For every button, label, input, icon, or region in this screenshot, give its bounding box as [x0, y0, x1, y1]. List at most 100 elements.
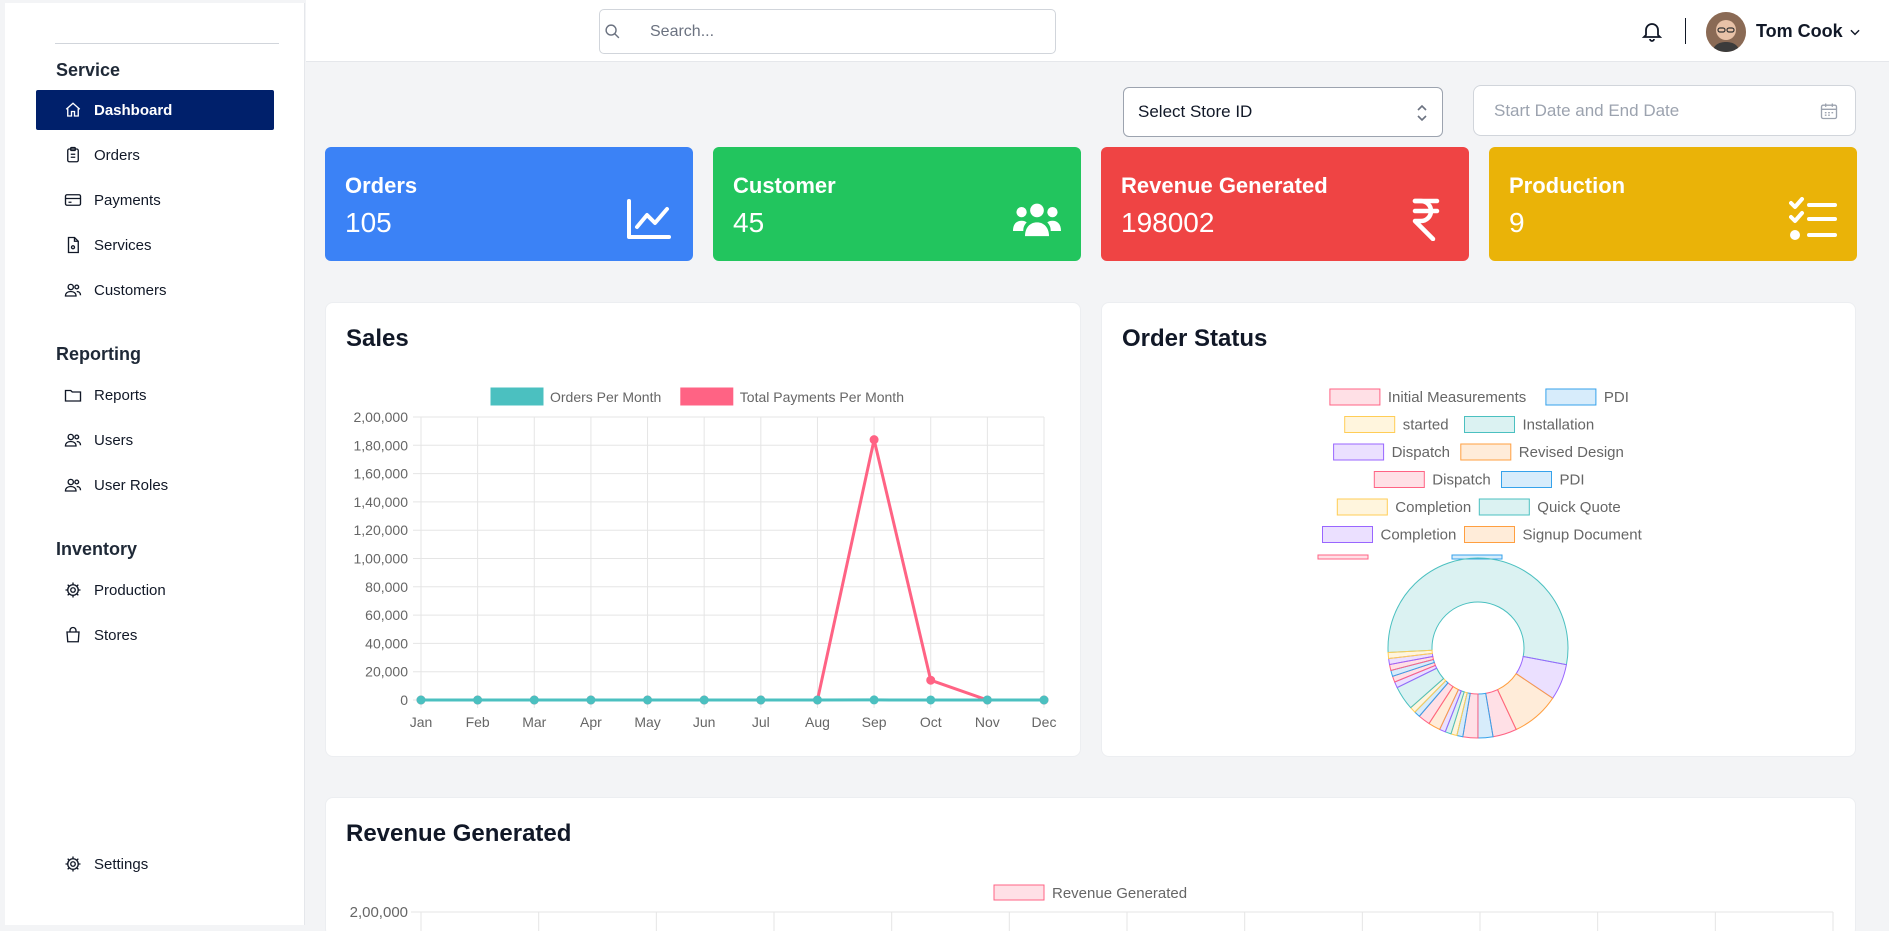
legend-label: Total Payments Per Month: [740, 389, 904, 405]
stat-value: 105: [345, 207, 392, 238]
sidebar-item-payments[interactable]: Payments: [36, 180, 274, 220]
legend-label: Initial Measurements: [1388, 389, 1526, 406]
sidebar-item-label: Services: [94, 236, 152, 254]
revenue-panel: Revenue Generated Revenue Generated 2,00,…: [325, 797, 1856, 931]
stat-label: Production: [1509, 173, 1626, 198]
x-tick-label: Oct: [920, 714, 942, 730]
x-tick-label: Feb: [466, 714, 490, 730]
x-tick-label: Aug: [805, 714, 830, 730]
y-tick-label: 20,000: [365, 664, 408, 680]
stat-card-production[interactable]: Production 9: [1489, 147, 1857, 261]
chevron-down-icon[interactable]: [1848, 25, 1862, 39]
sidebar-item-label: Settings: [94, 855, 149, 873]
checklist-icon: [1789, 197, 1837, 240]
legend-swatch: [1464, 416, 1515, 433]
data-point: [1039, 695, 1049, 705]
stat-card-revenue[interactable]: Revenue Generated 198002: [1101, 147, 1469, 261]
users-icon: [64, 433, 82, 447]
shopping-bag-icon: [66, 626, 80, 643]
sidebar-item-customers[interactable]: Customers: [36, 270, 274, 310]
home-icon: [65, 102, 81, 117]
stat-card-customer[interactable]: Customer 45: [713, 147, 1081, 261]
sidebar-item-label: Payments: [94, 191, 161, 209]
legend-swatch: [1344, 416, 1396, 433]
y-tick-label: 80,000: [365, 579, 408, 595]
sidebar-item-dashboard[interactable]: Dashboard: [36, 90, 274, 130]
legend-swatch: [490, 387, 544, 406]
bell-icon[interactable]: [1640, 18, 1664, 44]
legend-label: Quick Quote: [1537, 499, 1620, 516]
y-tick-label: 40,000: [365, 635, 408, 651]
chevron-up-down-icon: [1417, 104, 1427, 122]
sidebar-item-users[interactable]: Users: [36, 420, 274, 460]
data-point: [586, 695, 596, 705]
sidebar-item-orders[interactable]: Orders: [36, 135, 274, 175]
legend-swatch: [680, 387, 734, 406]
search-input[interactable]: Search...: [599, 9, 1056, 54]
legend-label: Dispatch: [1392, 444, 1450, 461]
x-tick-label: Nov: [975, 714, 1000, 730]
data-point: [926, 695, 936, 705]
legend-label: Dispatch: [1432, 472, 1490, 489]
search-icon: [605, 24, 620, 39]
legend-label: Completion: [1381, 527, 1457, 544]
y-tick-label: 2,00,000: [350, 904, 408, 921]
sidebar: Service Dashboard Orders Payments Servic…: [5, 3, 305, 925]
sidebar-item-user-roles[interactable]: User Roles: [36, 465, 274, 505]
order-status-panel: Order Status Initial Measurements PDI star…: [1101, 302, 1856, 757]
data-point: [529, 695, 539, 705]
sidebar-item-reports[interactable]: Reports: [36, 375, 274, 415]
stat-card-orders[interactable]: Orders 105: [325, 147, 693, 261]
sidebar-item-label: Production: [94, 581, 166, 599]
y-tick-label: 1,00,000: [354, 551, 409, 567]
credit-card-icon: [64, 194, 82, 206]
sidebar-divider: [55, 43, 279, 44]
x-tick-label: Jan: [410, 714, 433, 730]
store-select[interactable]: Select Store ID: [1123, 87, 1443, 137]
folder-icon: [64, 389, 82, 402]
legend-swatch: [1333, 443, 1385, 461]
data-point: [473, 695, 483, 705]
data-point: [643, 695, 653, 705]
sidebar-item-label: Orders: [94, 146, 140, 164]
order-status-chart: Initial Measurements PDI started Installati…: [1317, 388, 1643, 739]
y-tick-label: 2,00,000: [354, 409, 409, 425]
user-name[interactable]: Tom Cook: [1756, 21, 1843, 42]
stat-value: 45: [733, 207, 765, 238]
avatar[interactable]: [1706, 12, 1746, 52]
pie-slice: [1387, 557, 1569, 666]
legend-label: Orders Per Month: [550, 389, 661, 405]
legend-label: started: [1403, 417, 1449, 434]
x-tick-label: Sep: [862, 714, 887, 730]
sidebar-item-production[interactable]: Production: [36, 570, 274, 610]
legend-swatch: [1545, 388, 1597, 406]
users-group-icon: [1013, 203, 1061, 237]
section-title-service: Service: [56, 60, 121, 80]
header-divider: [1685, 18, 1686, 44]
data-point: [869, 435, 879, 445]
legend-label: Completion: [1395, 499, 1471, 516]
stat-label: Revenue Generated: [1121, 173, 1328, 198]
legend-swatch: [1336, 498, 1388, 516]
search-placeholder: Search...: [650, 22, 715, 40]
sidebar-item-stores[interactable]: Stores: [36, 615, 274, 655]
legend-label: Installation: [1523, 417, 1595, 434]
sales-panel: Sales Orders Per Month Total Payments Per…: [325, 302, 1081, 757]
top-header: Search... Tom Cook: [306, 0, 1889, 62]
stat-label: Orders: [345, 173, 418, 198]
legend-swatch: [993, 884, 1045, 901]
legend-swatch: [1373, 471, 1425, 488]
legend-label: Signup Document: [1523, 527, 1643, 544]
legend-swatch: [1478, 498, 1530, 516]
series-line: [421, 439, 1044, 702]
date-range-input[interactable]: Start Date and End Date: [1473, 85, 1856, 136]
sidebar-item-label: Stores: [94, 626, 138, 644]
legend-swatch: [1329, 388, 1381, 406]
sidebar-item-settings[interactable]: Settings: [36, 844, 274, 884]
sidebar-item-services[interactable]: Services: [36, 225, 274, 265]
gear-icon: [65, 582, 81, 598]
legend-swatch: [1322, 526, 1373, 543]
y-tick-label: 1,80,000: [354, 437, 409, 453]
users-icon: [64, 478, 82, 492]
legend-swatch: [1464, 526, 1515, 543]
